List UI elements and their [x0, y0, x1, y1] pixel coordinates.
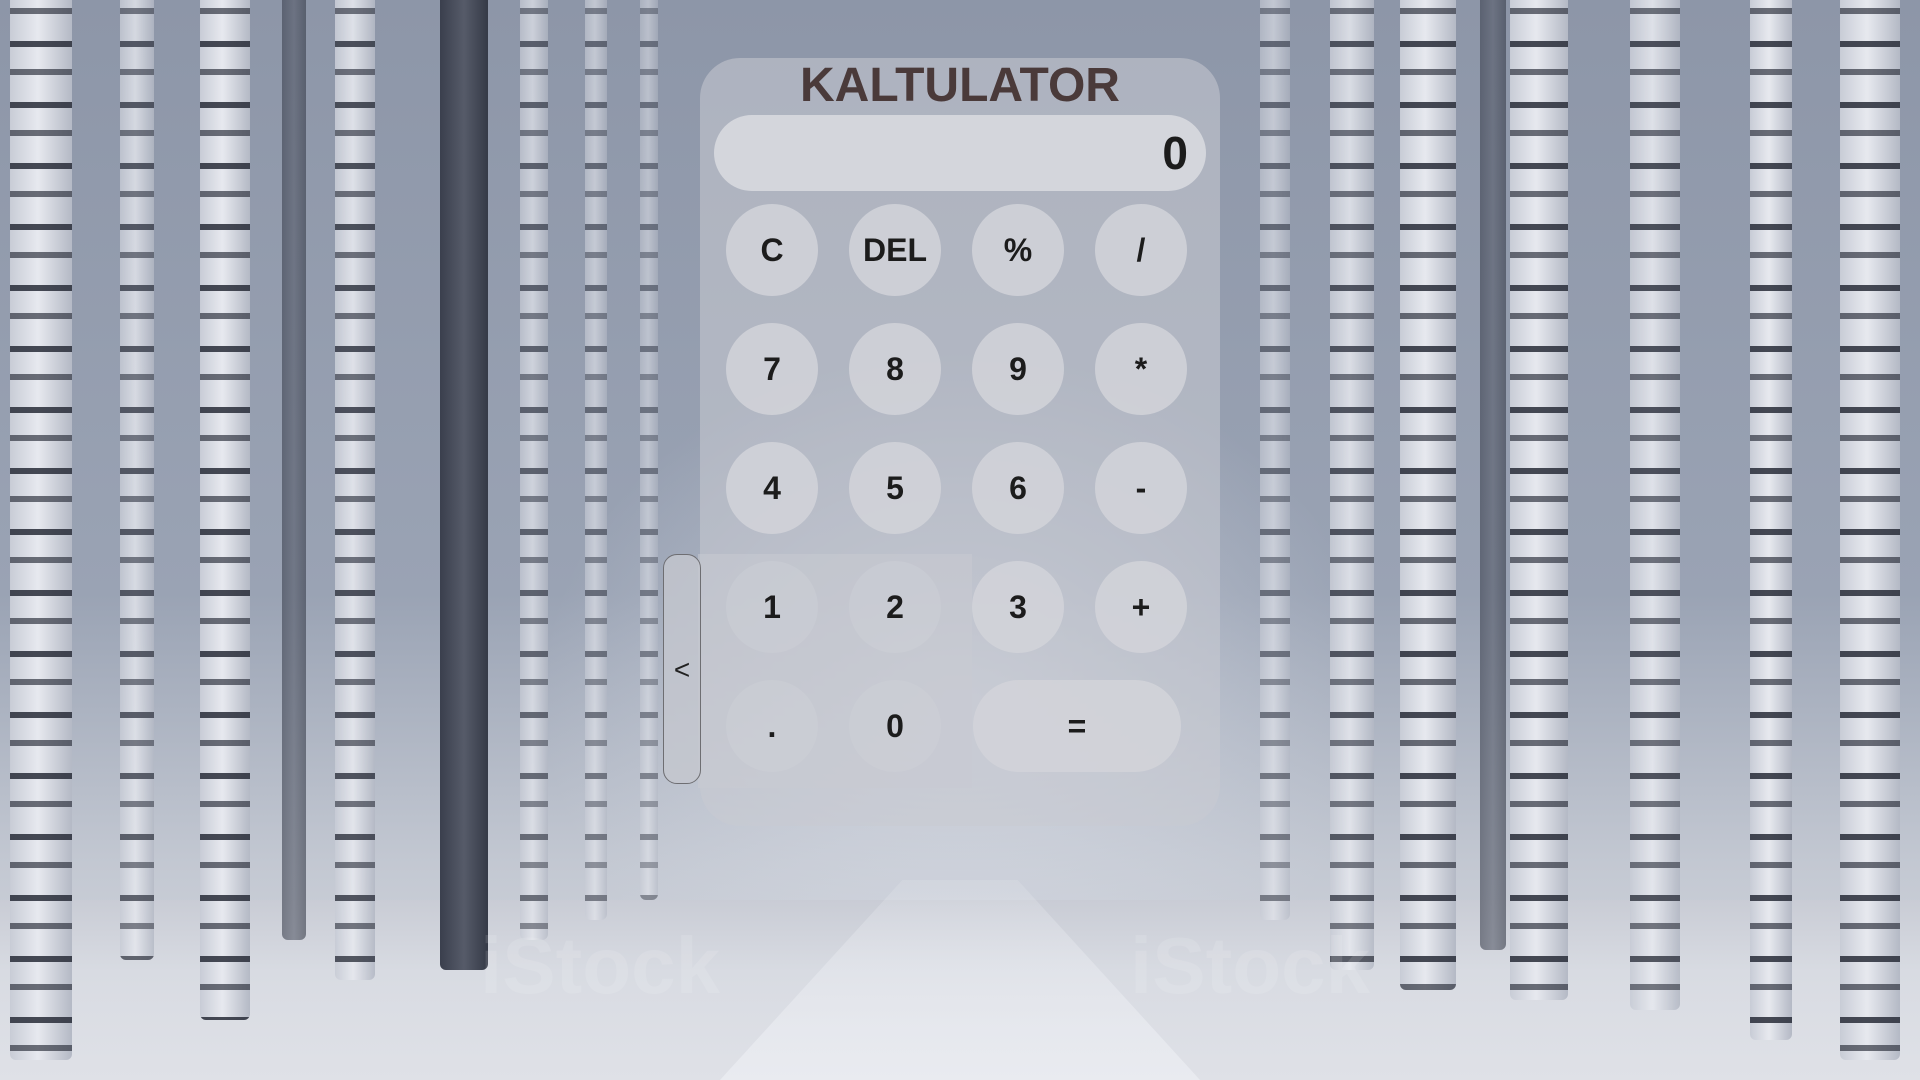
birch-tree	[335, 0, 375, 980]
birch-tree	[585, 0, 607, 920]
birch-tree	[10, 0, 72, 1060]
digit-8-button[interactable]: 8	[849, 323, 941, 415]
birch-tree	[640, 0, 658, 900]
decimal-button[interactable]: .	[726, 680, 818, 772]
birch-tree	[1630, 0, 1680, 1010]
app-title: KALTULATOR	[800, 59, 1120, 112]
multiply-button[interactable]: *	[1095, 323, 1187, 415]
equals-button[interactable]: =	[973, 680, 1181, 772]
dark-tree	[282, 0, 306, 940]
side-panel-toggle-button[interactable]: <	[663, 554, 701, 784]
digit-1-button[interactable]: 1	[726, 561, 818, 653]
dark-tree	[1480, 0, 1506, 950]
calculator-panel: KALTULATOR 0 C DEL % / 7 8 9 * 4 5 6 - 1…	[698, 58, 1220, 826]
digit-9-button[interactable]: 9	[972, 323, 1064, 415]
digit-6-button[interactable]: 6	[972, 442, 1064, 534]
add-button[interactable]: +	[1095, 561, 1187, 653]
stock-watermark: iStock	[480, 921, 721, 1010]
birch-tree	[120, 0, 154, 960]
clear-button[interactable]: C	[726, 204, 818, 296]
digit-0-button[interactable]: 0	[849, 680, 941, 772]
birch-tree	[520, 0, 548, 940]
calculator-display: 0	[714, 115, 1206, 191]
dark-tree	[440, 0, 488, 970]
birch-tree	[1260, 0, 1290, 920]
subtract-button[interactable]: -	[1095, 442, 1187, 534]
birch-tree	[1400, 0, 1456, 990]
stock-watermark: iStock	[1130, 921, 1371, 1010]
digit-3-button[interactable]: 3	[972, 561, 1064, 653]
digit-7-button[interactable]: 7	[726, 323, 818, 415]
birch-tree	[1750, 0, 1792, 1040]
delete-button[interactable]: DEL	[849, 204, 941, 296]
digit-4-button[interactable]: 4	[726, 442, 818, 534]
digit-2-button[interactable]: 2	[849, 561, 941, 653]
birch-tree	[1840, 0, 1900, 1060]
percent-button[interactable]: %	[972, 204, 1064, 296]
divide-button[interactable]: /	[1095, 204, 1187, 296]
birch-tree	[200, 0, 250, 1020]
birch-tree	[1330, 0, 1374, 970]
birch-tree	[1510, 0, 1568, 1000]
digit-5-button[interactable]: 5	[849, 442, 941, 534]
